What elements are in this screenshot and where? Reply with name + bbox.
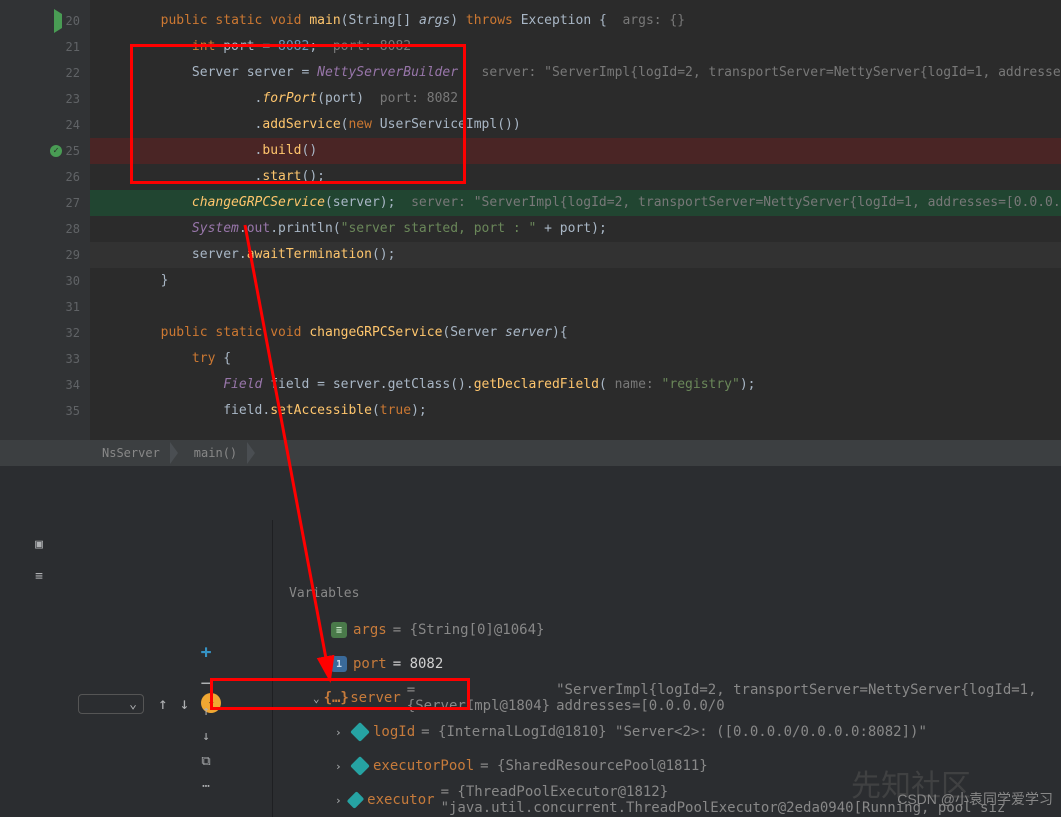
code-line-22[interactable]: Server server = NettyServerBuilder serve… — [90, 60, 1061, 86]
code-line-31[interactable] — [90, 294, 1061, 320]
var-args[interactable]: ≡ args = {String[0]@1064} — [313, 613, 1061, 647]
gutter-line[interactable]: 31 — [0, 294, 90, 320]
field-icon — [350, 756, 370, 776]
check-icon: ✓ — [50, 145, 62, 157]
gutter-line[interactable]: 24 — [0, 112, 90, 138]
gutter-line[interactable]: 34 — [0, 372, 90, 398]
code-line-25[interactable]: .build() — [90, 138, 1061, 164]
console-icon[interactable]: ▣ — [27, 532, 51, 556]
watermark-text: CSDN @小袁同学爱学习 — [897, 789, 1053, 809]
code-line-27[interactable]: changeGRPCService(server); server: "Serv… — [90, 190, 1061, 216]
threads-icon[interactable]: ≡ — [27, 564, 51, 588]
more-icon[interactable]: ⋯ — [202, 779, 210, 794]
gutter-line[interactable]: 32 — [0, 320, 90, 346]
gutter-line[interactable]: 20 — [0, 8, 90, 34]
field-icon — [347, 791, 365, 809]
code-line-28[interactable]: System.out.println("server started, port… — [90, 216, 1061, 242]
array-icon: ≡ — [331, 622, 347, 638]
chevron-right-icon[interactable]: › — [335, 726, 347, 739]
step-next-icon[interactable]: ↓ — [180, 694, 190, 713]
code-line-26[interactable]: .start(); — [90, 164, 1061, 190]
code-line-24[interactable]: .addService(new UserServiceImpl()) — [90, 112, 1061, 138]
gutter-line[interactable]: ✓25 — [0, 138, 90, 164]
code-line-32[interactable]: public static void changeGRPCService(Ser… — [90, 320, 1061, 346]
gutter-line[interactable]: 28 — [0, 216, 90, 242]
var-port[interactable]: 1 port = 8082 — [313, 647, 1061, 681]
add-watch-icon[interactable]: + — [201, 642, 212, 663]
chevron-right-icon[interactable]: › — [335, 760, 347, 773]
var-logid[interactable]: › logId = {InternalLogId@1810} "Server<2… — [313, 715, 1061, 749]
variables-title: Variables — [277, 578, 1061, 609]
copy-icon[interactable]: ⧉ — [201, 754, 210, 769]
debug-top-bar — [78, 466, 1061, 520]
primitive-icon: 1 — [331, 656, 347, 672]
thread-dropdown[interactable]: ⌄ — [78, 694, 144, 714]
gutter-line[interactable]: 33 — [0, 346, 90, 372]
move-down-icon[interactable]: ↓ — [202, 729, 210, 744]
gutter-line[interactable]: 30 — [0, 268, 90, 294]
gutter-line[interactable]: 22 — [0, 60, 90, 86]
code-line-35[interactable]: field.setAccessible(true); — [90, 398, 1061, 424]
chevron-right-icon[interactable]: › — [335, 794, 344, 807]
crumb-method[interactable]: main() — [184, 444, 247, 462]
code-line-33[interactable]: try { — [90, 346, 1061, 372]
gutter-line[interactable]: 23 — [0, 86, 90, 112]
gutter-line[interactable]: 35 — [0, 398, 90, 424]
code-line-29[interactable]: server.awaitTermination(); — [90, 242, 1061, 268]
breadcrumbs: NsServer main() — [0, 440, 1061, 466]
variables-toolbar: + − ↑ ↓ ⧉ ⋯ — [192, 642, 220, 794]
code-line-30[interactable]: } — [90, 268, 1061, 294]
run-icon[interactable] — [54, 14, 62, 28]
editor-area: 20 21 22 23 24 ✓25 26 27 28 29 30 31 32 … — [0, 0, 1061, 440]
gutter-line[interactable]: 21 — [0, 34, 90, 60]
gutter: 20 21 22 23 24 ✓25 26 27 28 29 30 31 32 … — [0, 0, 90, 440]
move-up-icon[interactable]: ↑ — [202, 704, 210, 719]
crumb-file[interactable]: NsServer — [92, 444, 170, 462]
gutter-line[interactable]: 27 — [0, 190, 90, 216]
debug-toolbar-left: ▣ ≡ — [0, 466, 78, 817]
code-line-23[interactable]: .forPort(port) port: 8082 — [90, 86, 1061, 112]
gutter-line[interactable]: 29 — [0, 242, 90, 268]
code-line-21[interactable]: int port = 8082; port: 8082 — [90, 34, 1061, 60]
frames-panel: ⌄ ↑ ↓ ▾ — [78, 520, 273, 817]
code-line-34[interactable]: Field field = server.getClass().getDecla… — [90, 372, 1061, 398]
field-icon — [350, 722, 370, 742]
code-area[interactable]: public static void main(String[] args) t… — [90, 0, 1061, 440]
gutter-line[interactable]: 26 — [0, 164, 90, 190]
code-line-20[interactable]: public static void main(String[] args) t… — [90, 8, 1061, 34]
annotation-box-variable — [210, 678, 470, 710]
step-prev-icon[interactable]: ↑ — [158, 694, 168, 713]
